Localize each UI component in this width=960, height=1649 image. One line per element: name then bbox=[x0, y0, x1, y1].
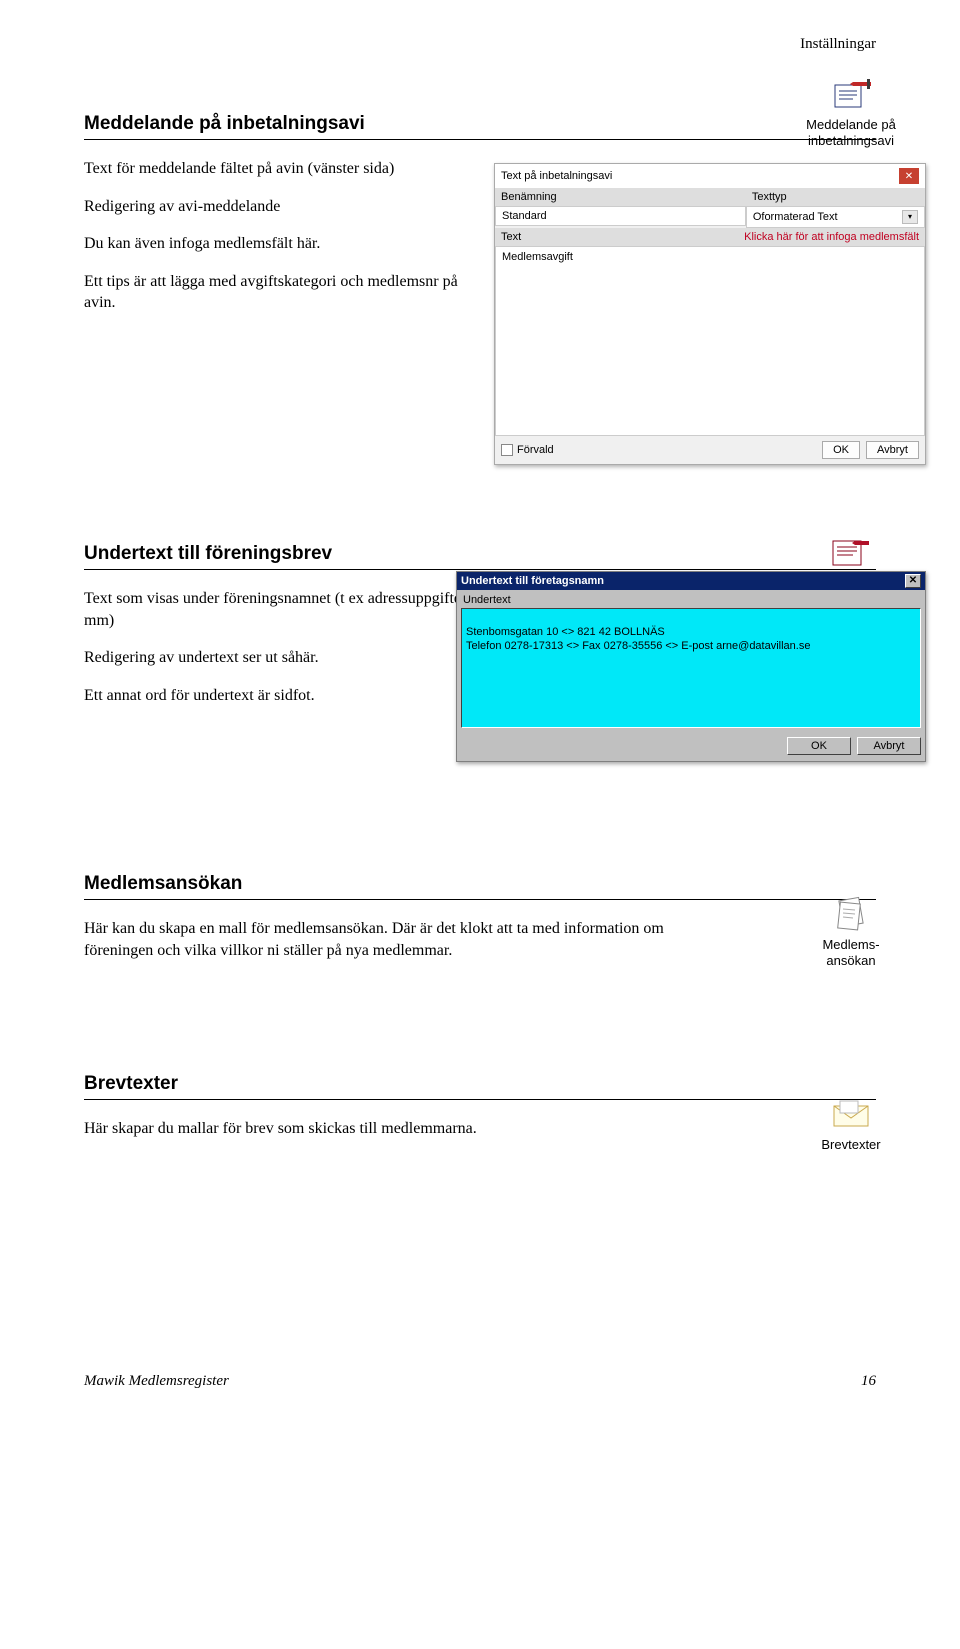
textarea-content: Stenbomsgatan 10 <> 821 42 BOLLNÄS Telef… bbox=[466, 626, 810, 652]
textarea-undertext[interactable]: Stenbomsgatan 10 <> 821 42 BOLLNÄS Telef… bbox=[461, 608, 921, 728]
checkbox-forvald[interactable]: Förvald bbox=[501, 444, 554, 456]
ok-button[interactable]: OK bbox=[822, 441, 860, 459]
envelope-icon bbox=[827, 1095, 875, 1135]
icon-caption: Medlems- ansökan bbox=[796, 937, 906, 968]
body-text: Text för meddelande fältet på avin (väns… bbox=[84, 158, 474, 180]
chevron-down-icon[interactable]: ▾ bbox=[902, 210, 918, 224]
body-text: Ett annat ord för undertext är sidfot. bbox=[84, 685, 474, 707]
dialog-title: Undertext till företagsnamn bbox=[461, 575, 604, 587]
section-title: Undertext till föreningsbrev bbox=[84, 543, 876, 565]
page-footer: Mawik Medlemsregister 16 bbox=[84, 1373, 876, 1390]
avbryt-button[interactable]: Avbryt bbox=[866, 441, 919, 459]
field-texttyp[interactable]: Oformaterad Text ▾ bbox=[746, 206, 925, 228]
icon-caption: Meddelande på inbetalningsavi bbox=[796, 117, 906, 148]
divider bbox=[84, 139, 876, 140]
body-text: Ett tips är att lägga med avgiftskategor… bbox=[84, 271, 474, 314]
documents-icon bbox=[827, 895, 875, 935]
ok-button[interactable]: OK bbox=[787, 737, 851, 755]
footer-product: Mawik Medlemsregister bbox=[84, 1373, 229, 1390]
section-title: Medlemsansökan bbox=[84, 873, 876, 895]
section-medlemsansokan: Medlemsansökan Här kan du skapa en mall … bbox=[84, 873, 876, 1003]
checkbox-label: Förvald bbox=[517, 444, 554, 456]
close-icon[interactable]: ✕ bbox=[899, 168, 919, 184]
body-text: Här kan du skapa en mall för medlemsansö… bbox=[84, 918, 724, 961]
page-category: Inställningar bbox=[84, 36, 876, 53]
icon-thumb-medlemsansokan[interactable]: Medlems- ansökan bbox=[796, 895, 906, 968]
body-text: Du kan även infoga medlemsfält här. bbox=[84, 233, 474, 255]
checkbox-icon bbox=[501, 444, 513, 456]
label-benamning: Benämning bbox=[495, 188, 746, 206]
label-texttyp: Texttyp bbox=[746, 188, 925, 206]
red-write-icon bbox=[827, 533, 875, 573]
divider bbox=[84, 1099, 876, 1100]
icon-thumb-brevtexter[interactable]: Brevtexter bbox=[796, 1095, 906, 1153]
body-text: Text som visas under föreningsnamnet (t … bbox=[84, 588, 474, 631]
divider bbox=[84, 569, 876, 570]
dialog-title: Text på inbetalningsavi bbox=[501, 170, 612, 182]
field-benamning[interactable]: Standard bbox=[495, 206, 746, 226]
avbryt-button[interactable]: Avbryt bbox=[857, 737, 921, 755]
write-note-icon bbox=[827, 75, 875, 115]
section-brevtexter: Brevtexter Här skapar du mallar för brev… bbox=[84, 1073, 876, 1193]
dialog-text-pa-inbetalningsavi: Text på inbetalningsavi ✕ Benämning Stan… bbox=[494, 163, 926, 465]
value-text: Oformaterad Text bbox=[753, 211, 838, 223]
body-text: Redigering av undertext ser ut såhär. bbox=[84, 647, 474, 669]
label-text: Text bbox=[495, 228, 581, 246]
value-text: Standard bbox=[502, 210, 547, 222]
textarea-text[interactable]: Medlemsavgift bbox=[495, 246, 925, 436]
close-icon[interactable]: ✕ bbox=[905, 574, 921, 588]
link-infoga-medlemsfalt[interactable]: Klicka här för att infoga medlemsfält bbox=[581, 228, 925, 246]
label-undertext: Undertext bbox=[461, 594, 921, 608]
dialog-undertext-foretagsnamn: Undertext till företagsnamn ✕ Undertext … bbox=[456, 571, 926, 762]
divider bbox=[84, 899, 876, 900]
icon-caption: Brevtexter bbox=[796, 1137, 906, 1153]
section-meddelande: Meddelande på inbetalningsavi Text för m… bbox=[84, 113, 876, 473]
section-undertext: Undertext till föreningsbrev Text som vi… bbox=[84, 543, 876, 803]
textarea-content: Medlemsavgift bbox=[502, 251, 573, 263]
body-text: Redigering av avi-meddelande bbox=[84, 196, 474, 218]
section-title: Meddelande på inbetalningsavi bbox=[84, 113, 876, 135]
footer-page-number: 16 bbox=[861, 1373, 876, 1390]
body-text: Här skapar du mallar för brev som skicka… bbox=[84, 1118, 724, 1140]
section-title: Brevtexter bbox=[84, 1073, 876, 1095]
icon-thumb-meddelande[interactable]: Meddelande på inbetalningsavi bbox=[796, 75, 906, 148]
